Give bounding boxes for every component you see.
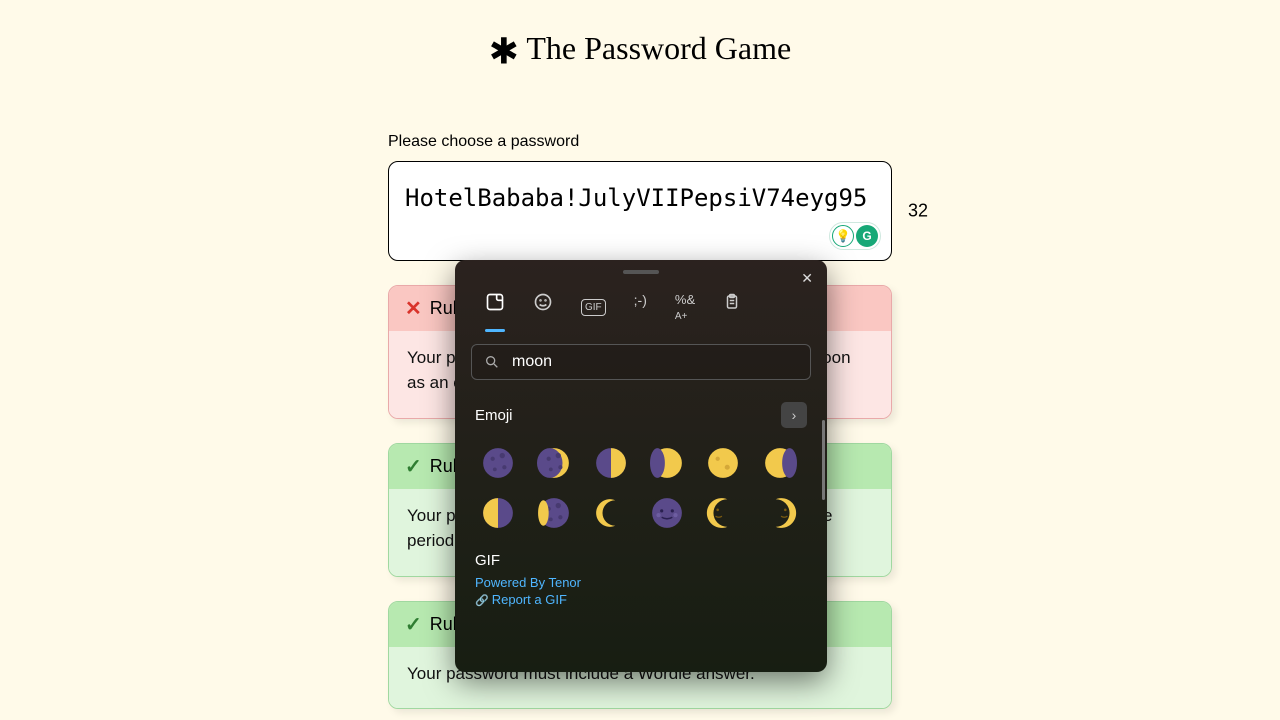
emoji-crescent[interactable] — [594, 496, 628, 530]
report-gif-link[interactable]: Report a GIF — [475, 592, 807, 607]
emoji-first-quarter-face[interactable] — [706, 496, 740, 530]
tab-symbols[interactable]: %&A+ — [675, 292, 695, 322]
emoji-new-moon-face[interactable] — [650, 496, 684, 530]
emoji-picker[interactable]: ✕ GIF ;-) %&A+ Emoji › GIF Powered By Te… — [455, 260, 827, 672]
gif-section-label: GIF — [475, 552, 807, 569]
powered-by-link[interactable]: Powered By Tenor — [475, 575, 807, 590]
emoji-search[interactable] — [471, 344, 811, 380]
emoji-section-label: Emoji — [475, 407, 513, 424]
emoji-waxing-gibbous[interactable] — [650, 446, 684, 480]
tab-sticker[interactable] — [485, 292, 505, 322]
emoji-last-quarter-face[interactable] — [763, 496, 797, 530]
grammarly-badges[interactable]: 💡 G — [829, 222, 881, 250]
tab-emoji[interactable] — [533, 292, 553, 322]
page-title: ✱ The Password Game — [0, 0, 1280, 73]
search-icon — [484, 354, 500, 370]
emoji-waxing-crescent[interactable] — [537, 446, 571, 480]
x-icon: ✕ — [405, 296, 422, 321]
emoji-last-quarter[interactable] — [481, 496, 515, 530]
tab-kaomoji[interactable]: ;-) — [634, 292, 647, 322]
check-icon: ✓ — [405, 454, 422, 479]
emoji-full-moon[interactable] — [706, 446, 740, 480]
scrollbar[interactable] — [822, 420, 825, 500]
emoji-waning-gibbous[interactable] — [763, 446, 797, 480]
emoji-first-quarter[interactable] — [594, 446, 628, 480]
prompt-label: Please choose a password — [388, 133, 892, 151]
close-icon[interactable]: ✕ — [801, 270, 813, 287]
grammarly-icon[interactable]: G — [856, 225, 878, 247]
emoji-new-moon[interactable] — [481, 446, 515, 480]
password-input[interactable]: HotelBababa!JulyVIIPepsiV74eyg95 💡 G — [388, 161, 892, 261]
chevron-right-icon[interactable]: › — [781, 402, 807, 428]
emoji-waning-crescent[interactable] — [537, 496, 571, 530]
suggestion-icon[interactable]: 💡 — [832, 225, 854, 247]
tab-clipboard[interactable] — [723, 292, 741, 322]
asterisk-icon: ✱ — [489, 32, 519, 72]
search-input[interactable] — [512, 353, 798, 371]
tab-gif[interactable]: GIF — [581, 299, 606, 316]
check-icon: ✓ — [405, 612, 422, 637]
char-count: 32 — [908, 200, 928, 221]
